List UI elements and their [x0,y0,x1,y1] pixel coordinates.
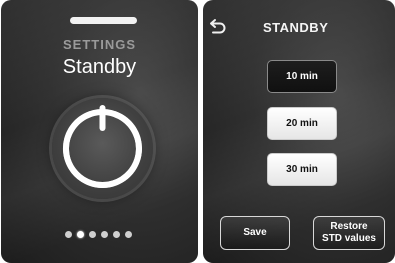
option-30-min[interactable]: 30 min [267,153,337,186]
top-handle[interactable] [70,17,137,24]
settings-overline: SETTINGS [62,37,136,52]
page-dot[interactable] [101,231,108,238]
restore-std-values-button[interactable]: Restore STD values [313,216,385,250]
settings-screen: SETTINGS Standby [1,0,198,263]
page-dot[interactable] [89,231,96,238]
standby-power-button[interactable] [52,98,153,199]
option-10-min[interactable]: 10 min [267,60,337,93]
restore-label-line2: STD values [322,233,376,244]
option-20-min[interactable]: 20 min [267,107,337,140]
save-label: Save [243,227,267,238]
page-dot[interactable] [113,231,120,238]
option-label: 30 min [286,164,318,175]
page-dot[interactable] [125,231,132,238]
screen-title: STANDBY [263,20,329,35]
standby-screen: STANDBY 10 min 20 min 30 min Save Restor… [203,0,395,263]
save-button[interactable]: Save [220,216,290,250]
restore-label: Restore STD values [322,221,376,245]
option-label: 20 min [286,118,318,129]
page-indicator[interactable] [65,231,132,238]
option-label: 10 min [286,71,318,82]
page-dot[interactable] [77,231,84,238]
screen-title: Standby [62,56,137,78]
back-arrow-icon[interactable] [209,18,227,34]
restore-label-line1: Restore [330,221,368,232]
page-dot[interactable] [65,231,72,238]
power-icon [63,105,142,188]
